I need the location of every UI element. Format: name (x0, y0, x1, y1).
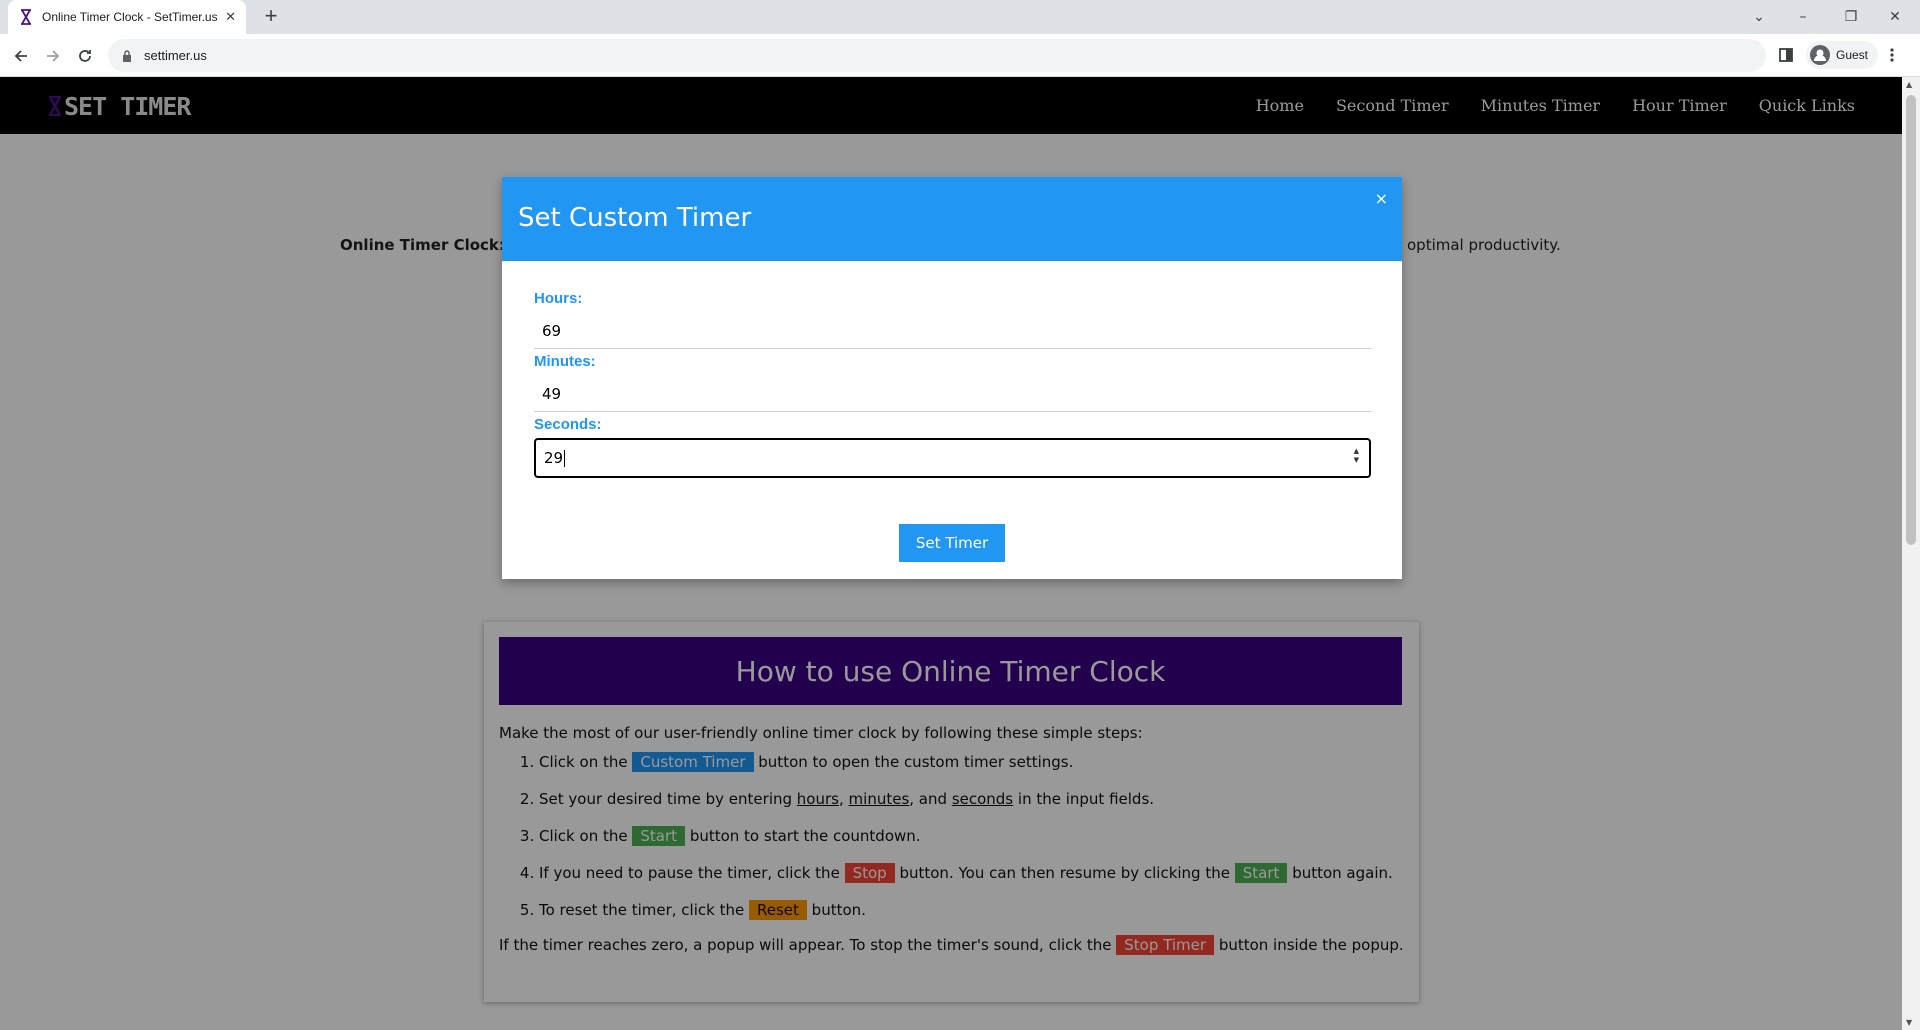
side-panel-icon[interactable] (1778, 47, 1794, 67)
new-tab-icon[interactable]: + (258, 4, 284, 30)
number-spinner[interactable]: ▲ ▼ (1354, 447, 1359, 465)
profile-label: Guest (1836, 48, 1869, 62)
avatar-icon (1810, 45, 1830, 65)
text-caret (564, 449, 566, 467)
lock-icon[interactable] (122, 49, 132, 62)
scroll-up-icon[interactable]: ▲ (1906, 80, 1912, 89)
minimize-icon[interactable]: – (1786, 4, 1820, 30)
tab-search-icon[interactable]: ⌄ (1742, 4, 1776, 30)
forward-arrow-icon[interactable] (40, 43, 66, 69)
close-icon[interactable]: × (1375, 189, 1388, 208)
hourglass-favicon-icon (18, 9, 34, 25)
profile-button[interactable]: Guest (1806, 41, 1879, 69)
back-arrow-icon[interactable] (8, 43, 34, 69)
dialog-title: Set Custom Timer (518, 203, 752, 233)
minutes-label: Minutes: (534, 353, 596, 370)
web-page: SET TIMER Home Second Timer Minutes Time… (0, 77, 1902, 1030)
set-timer-button[interactable]: Set Timer (899, 524, 1005, 562)
browser-tab-strip: Online Timer Clock - SetTimer.us ✕ + ⌄ –… (0, 0, 1920, 34)
scroll-thumb[interactable] (1906, 95, 1916, 545)
tab-title: Online Timer Clock - SetTimer.us (42, 10, 218, 24)
kebab-menu-icon[interactable] (1890, 47, 1894, 67)
dialog-header: Set Custom Timer × (502, 177, 1402, 261)
close-window-icon[interactable]: ✕ (1878, 4, 1912, 30)
spin-down-icon: ▼ (1353, 456, 1359, 464)
seconds-label: Seconds: (534, 416, 602, 433)
browser-tab[interactable]: Online Timer Clock - SetTimer.us ✕ (8, 0, 246, 34)
seconds-input[interactable]: 29 ▲ ▼ (534, 438, 1371, 478)
browser-toolbar: settimer.us Guest (0, 34, 1920, 77)
minutes-input[interactable]: 49 (534, 376, 1371, 412)
page-scrollbar[interactable]: ▲ ▼ (1902, 77, 1920, 1030)
hours-input[interactable]: 69 (534, 313, 1371, 349)
restore-icon[interactable]: ❐ (1834, 4, 1868, 30)
spin-up-icon: ▲ (1353, 447, 1359, 455)
hours-label: Hours: (534, 290, 583, 307)
address-bar[interactable]: settimer.us (108, 39, 1766, 72)
url-text: settimer.us (144, 48, 207, 63)
custom-timer-dialog: Set Custom Timer × Hours: 69 Minutes: 49… (502, 177, 1402, 579)
tab-close-icon[interactable]: ✕ (225, 10, 236, 25)
reload-icon[interactable] (72, 43, 98, 69)
scroll-down-icon[interactable]: ▼ (1906, 1018, 1912, 1027)
